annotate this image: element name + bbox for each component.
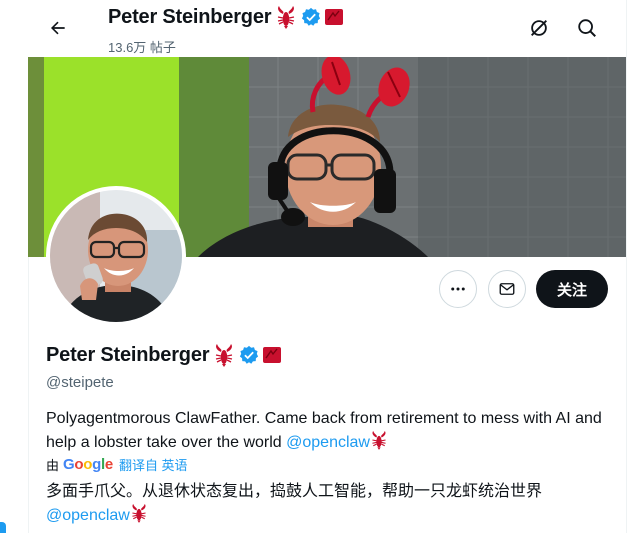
left-rail: [0, 0, 29, 533]
profile-name-row: Peter Steinberger: [46, 343, 282, 367]
google-logo: Google: [63, 456, 113, 473]
verified-badge-icon: [302, 7, 321, 26]
refresh-button[interactable]: [525, 14, 553, 42]
back-button[interactable]: [44, 14, 72, 42]
more-options-button[interactable]: [439, 270, 477, 308]
flag-badge-icon: [325, 9, 344, 25]
profile-avatar[interactable]: [46, 186, 186, 326]
more-icon: [451, 287, 465, 291]
header-name-row: Peter Steinberger: [108, 5, 344, 29]
bio-mention-link[interactable]: @openclaw: [286, 434, 370, 451]
search-icon: [578, 19, 596, 37]
lobster-icon: [372, 431, 386, 450]
profile-header: Peter Steinberger 13.6万 帖子: [28, 0, 626, 57]
right-rail: [626, 0, 633, 533]
translation-by: 由: [46, 458, 60, 473]
profile-handle: @steipete: [46, 374, 114, 391]
translated-bio: 多面手爪父。从退休状态复出，捣鼓人工智能，帮助一只龙虾统治世界 @opencla…: [46, 480, 616, 527]
profile-bio: Polyagentmorous ClawFather. Came back fr…: [46, 407, 616, 454]
flag-badge-icon[interactable]: [263, 346, 282, 364]
translation-attribution: 由 Google 翻译自 英语: [46, 455, 188, 474]
lobster-icon: [132, 504, 146, 523]
left-rail-indicator: [0, 522, 6, 533]
lobster-icon: [216, 344, 233, 367]
translated-mention-link[interactable]: @openclaw: [46, 507, 130, 524]
header-name: Peter Steinberger: [108, 5, 272, 28]
avatar-photo: [50, 190, 182, 322]
profile-name: Peter Steinberger: [46, 343, 210, 366]
search-button[interactable]: [573, 14, 601, 42]
lobster-icon: [278, 6, 295, 29]
refresh-icon: [531, 20, 547, 36]
follow-button[interactable]: 关注: [536, 270, 608, 308]
verified-badge-icon[interactable]: [239, 345, 259, 365]
post-count: 13.6万 帖子: [108, 40, 176, 55]
mail-icon: [499, 283, 515, 295]
translate-source-link[interactable]: 翻译自 英语: [119, 455, 188, 474]
translated-text: 多面手爪父。从退休状态复出，捣鼓人工智能，帮助一只龙虾统治世界: [46, 483, 543, 500]
back-arrow-icon: [51, 21, 65, 35]
message-button[interactable]: [488, 270, 526, 308]
